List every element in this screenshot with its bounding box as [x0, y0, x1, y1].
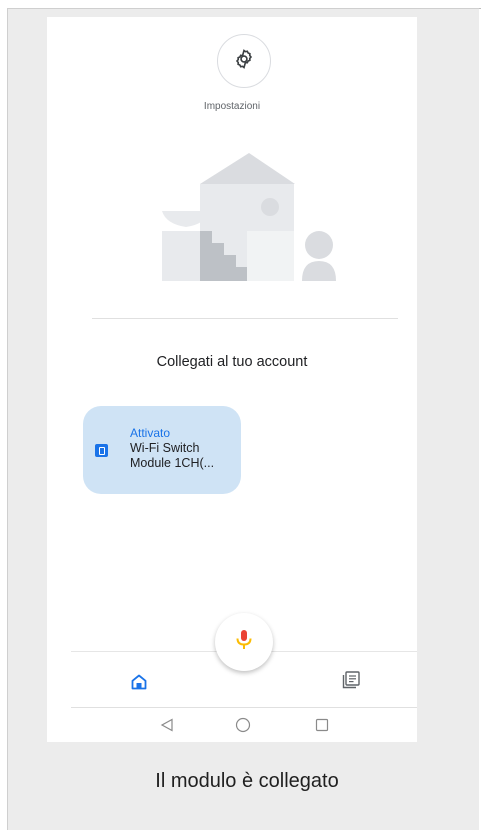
gear-icon — [233, 48, 255, 75]
device-name: Wi-Fi Switch Module 1CH(... — [130, 441, 215, 470]
recents-icon[interactable] — [315, 718, 329, 737]
device-status: Attivato — [130, 426, 171, 440]
device-card[interactable]: Attivato Wi-Fi Switch Module 1CH(... — [83, 406, 241, 494]
settings-label: Impostazioni — [203, 101, 261, 112]
home-illustration — [162, 147, 342, 287]
phone-screen: Impostazioni Collegati al tuo account At… — [47, 17, 417, 742]
settings-button[interactable] — [217, 34, 271, 88]
caption-text: Il modulo è collegato — [155, 770, 339, 792]
back-icon[interactable] — [160, 718, 174, 737]
tab-home[interactable] — [131, 674, 147, 695]
mic-icon — [235, 629, 253, 656]
tab-feed[interactable] — [342, 671, 360, 694]
home-circle-icon[interactable] — [235, 717, 251, 738]
feed-icon — [342, 671, 360, 693]
assistant-mic-button[interactable] — [215, 613, 273, 671]
system-navigation-bar — [71, 707, 417, 742]
switch-icon — [95, 444, 108, 457]
section-divider — [92, 318, 398, 319]
home-icon — [131, 674, 147, 694]
section-title: Collegati al tuo account — [156, 354, 308, 370]
